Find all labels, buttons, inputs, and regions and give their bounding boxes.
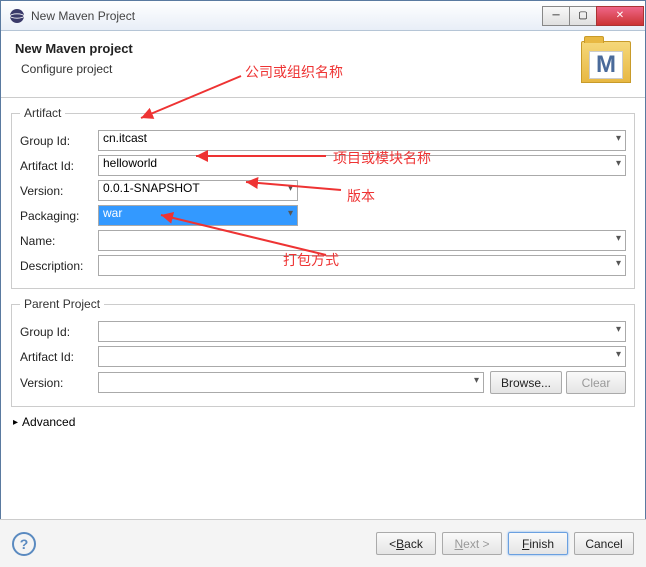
wizard-footer: ? < Back Next > Finish Cancel [0, 519, 646, 567]
name-input[interactable] [98, 230, 626, 251]
parent-legend: Parent Project [20, 297, 104, 311]
description-label: Description: [20, 259, 98, 273]
parent-project-group: Parent Project Group Id: Artifact Id: Ve… [11, 297, 635, 407]
help-icon[interactable]: ? [12, 532, 36, 556]
next-button: Next > [442, 532, 502, 555]
parent-version-input[interactable] [98, 372, 484, 393]
artifact-group: Artifact Group Id: cn.itcast Artifact Id… [11, 106, 635, 289]
maven-folder-icon: M [581, 41, 631, 83]
eclipse-icon [9, 8, 25, 24]
page-title: New Maven project [15, 41, 581, 56]
browse-button[interactable]: Browse... [490, 371, 562, 394]
parent-version-label: Version: [20, 376, 98, 390]
packaging-label: Packaging: [20, 209, 98, 223]
name-label: Name: [20, 234, 98, 248]
wizard-banner: New Maven project Configure project M [1, 31, 645, 98]
artifact-id-label: Artifact Id: [20, 159, 98, 173]
titlebar: New Maven Project ─ ▢ ✕ [1, 1, 645, 31]
group-id-input[interactable]: cn.itcast [98, 130, 626, 151]
artifact-legend: Artifact [20, 106, 65, 120]
advanced-toggle[interactable]: Advanced [13, 415, 633, 429]
packaging-input[interactable]: war [98, 205, 298, 226]
cancel-button[interactable]: Cancel [574, 532, 634, 555]
parent-artifact-id-input[interactable] [98, 346, 626, 367]
parent-group-id-input[interactable] [98, 321, 626, 342]
parent-group-id-label: Group Id: [20, 325, 98, 339]
version-label: Version: [20, 184, 98, 198]
description-input[interactable] [98, 255, 626, 276]
parent-artifact-id-label: Artifact Id: [20, 350, 98, 364]
page-subtitle: Configure project [21, 62, 581, 76]
finish-button[interactable]: Finish [508, 532, 568, 555]
artifact-id-input[interactable]: helloworld [98, 155, 626, 176]
clear-button[interactable]: Clear [566, 371, 626, 394]
minimize-button[interactable]: ─ [542, 6, 570, 26]
window-title: New Maven Project [31, 9, 543, 23]
back-button[interactable]: < Back [376, 532, 436, 555]
group-id-label: Group Id: [20, 134, 98, 148]
version-input[interactable]: 0.0.1-SNAPSHOT [98, 180, 298, 201]
maximize-button[interactable]: ▢ [569, 6, 597, 26]
close-button[interactable]: ✕ [596, 6, 644, 26]
